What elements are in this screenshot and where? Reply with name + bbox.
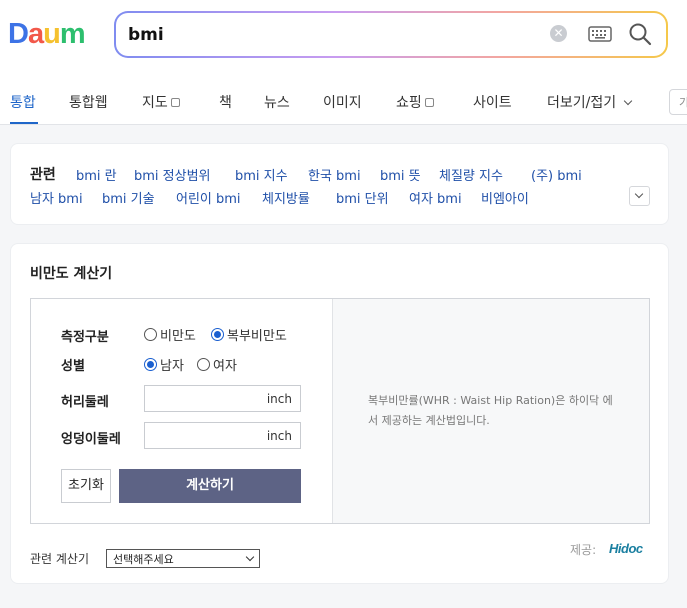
reset-button[interactable]: 초기화: [61, 469, 111, 503]
radio-selected-icon: [211, 328, 224, 341]
related-link[interactable]: 남자 bmi: [30, 188, 83, 207]
hip-input[interactable]: inch: [144, 422, 301, 449]
tab-books[interactable]: 책: [219, 92, 232, 112]
external-window-icon: [170, 98, 180, 107]
calculator-info-panel: 복부비만률(WHR : Waist Hip Ration)은 하이닥 에서 제공…: [332, 299, 649, 523]
related-link[interactable]: bmi 단위: [336, 188, 389, 207]
chevron-down-icon: [623, 96, 632, 106]
radio-male[interactable]: 남자: [144, 355, 184, 374]
related-link[interactable]: bmi 정상범위: [134, 165, 211, 184]
calculator-box: 측정구분 비만도 복부비만도 성별 남자 여자 허리둘레 inch 엉덩이둘레 …: [30, 298, 650, 524]
calculate-button[interactable]: 계산하기: [119, 469, 301, 503]
header: Daum ✕: [0, 0, 687, 78]
tab-integrated[interactable]: 통합: [10, 92, 36, 112]
related-link[interactable]: bmi 란: [76, 165, 117, 184]
waist-label: 허리둘레: [61, 395, 109, 410]
calculator-form: 측정구분 비만도 복부비만도 성별 남자 여자 허리둘레 inch 엉덩이둘레 …: [31, 299, 332, 523]
hip-unit: inch: [266, 429, 292, 443]
radio-male-label: 남자: [160, 359, 184, 374]
calculator-info-text: 복부비만률(WHR : Waist Hip Ration)은 하이닥 에서 제공…: [368, 394, 613, 427]
radio-female[interactable]: 여자: [197, 355, 237, 374]
related-link[interactable]: 한국 bmi: [308, 165, 361, 184]
search-icon[interactable]: [628, 22, 652, 46]
tab-extra-button[interactable]: 기: [669, 89, 687, 115]
related-link[interactable]: 체지방률: [262, 188, 310, 207]
keyboard-icon[interactable]: [588, 25, 612, 43]
tab-map-label: 지도: [142, 95, 168, 111]
logo-letter-m: m: [59, 18, 86, 50]
related-link[interactable]: (주) bmi: [531, 165, 582, 184]
tab-images[interactable]: 이미지: [323, 92, 362, 112]
logo-letter-u: u: [43, 18, 61, 50]
tab-more-label: 더보기/접기: [547, 95, 617, 111]
tab-web[interactable]: 통합웹: [69, 92, 108, 112]
radio-bmi-label: 비만도: [160, 329, 196, 344]
measure-label: 측정구분: [61, 330, 109, 345]
active-tab-indicator: [10, 122, 38, 124]
search-tabs: 통합 통합웹 지도 책 뉴스 이미지 쇼핑 사이트 더보기/접기 기: [0, 78, 687, 125]
radio-abdominal[interactable]: 복부비만도: [211, 325, 287, 344]
tab-map[interactable]: 지도: [142, 92, 180, 112]
search-box: ✕: [114, 11, 668, 58]
tab-shopping[interactable]: 쇼핑: [396, 92, 434, 112]
related-link[interactable]: 체질량 지수: [439, 165, 503, 184]
logo-letter-d: D: [8, 18, 29, 50]
related-calculator-label: 관련 계산기: [30, 552, 90, 566]
related-link[interactable]: 비엠아이: [481, 188, 529, 207]
hip-label: 엉덩이둘레: [61, 432, 121, 447]
provider-label: 제공:: [570, 543, 597, 557]
related-link[interactable]: 여자 bmi: [409, 188, 462, 207]
related-expand-button[interactable]: [629, 186, 650, 206]
related-calculator-select[interactable]: 선택해주세요: [106, 549, 260, 568]
clear-icon[interactable]: ✕: [550, 25, 567, 42]
tab-more[interactable]: 더보기/접기: [547, 92, 632, 112]
daum-logo[interactable]: Daum: [8, 18, 98, 50]
radio-icon: [197, 358, 210, 371]
external-window-icon: [424, 98, 434, 107]
related-searches-card: 관련 bmi 란 bmi 정상범위 bmi 지수 한국 bmi bmi 뜻 체질…: [10, 143, 669, 225]
logo-letter-a: a: [27, 18, 44, 50]
calculator-title: 비만도 계산기: [30, 266, 113, 282]
related-link[interactable]: bmi 기술: [102, 188, 155, 207]
waist-input[interactable]: inch: [144, 385, 301, 412]
gender-label: 성별: [61, 359, 85, 374]
obesity-calculator-card: 비만도 계산기 측정구분 비만도 복부비만도 성별 남자 여자 허리둘레 inc…: [10, 243, 669, 584]
radio-abdominal-label: 복부비만도: [227, 329, 287, 344]
radio-female-label: 여자: [213, 359, 237, 374]
hidoc-logo[interactable]: Hidoc: [609, 541, 643, 556]
radio-icon: [144, 328, 157, 341]
tab-news[interactable]: 뉴스: [264, 92, 290, 112]
related-link[interactable]: bmi 뜻: [380, 165, 421, 184]
related-link[interactable]: 어린이 bmi: [176, 188, 241, 207]
tab-shopping-label: 쇼핑: [396, 95, 422, 111]
search-input[interactable]: [128, 21, 508, 48]
radio-bmi[interactable]: 비만도: [144, 325, 196, 344]
waist-unit: inch: [266, 392, 292, 406]
tab-sites[interactable]: 사이트: [473, 92, 512, 112]
related-link[interactable]: bmi 지수: [235, 165, 288, 184]
radio-selected-icon: [144, 358, 157, 371]
related-title: 관련: [30, 167, 56, 183]
